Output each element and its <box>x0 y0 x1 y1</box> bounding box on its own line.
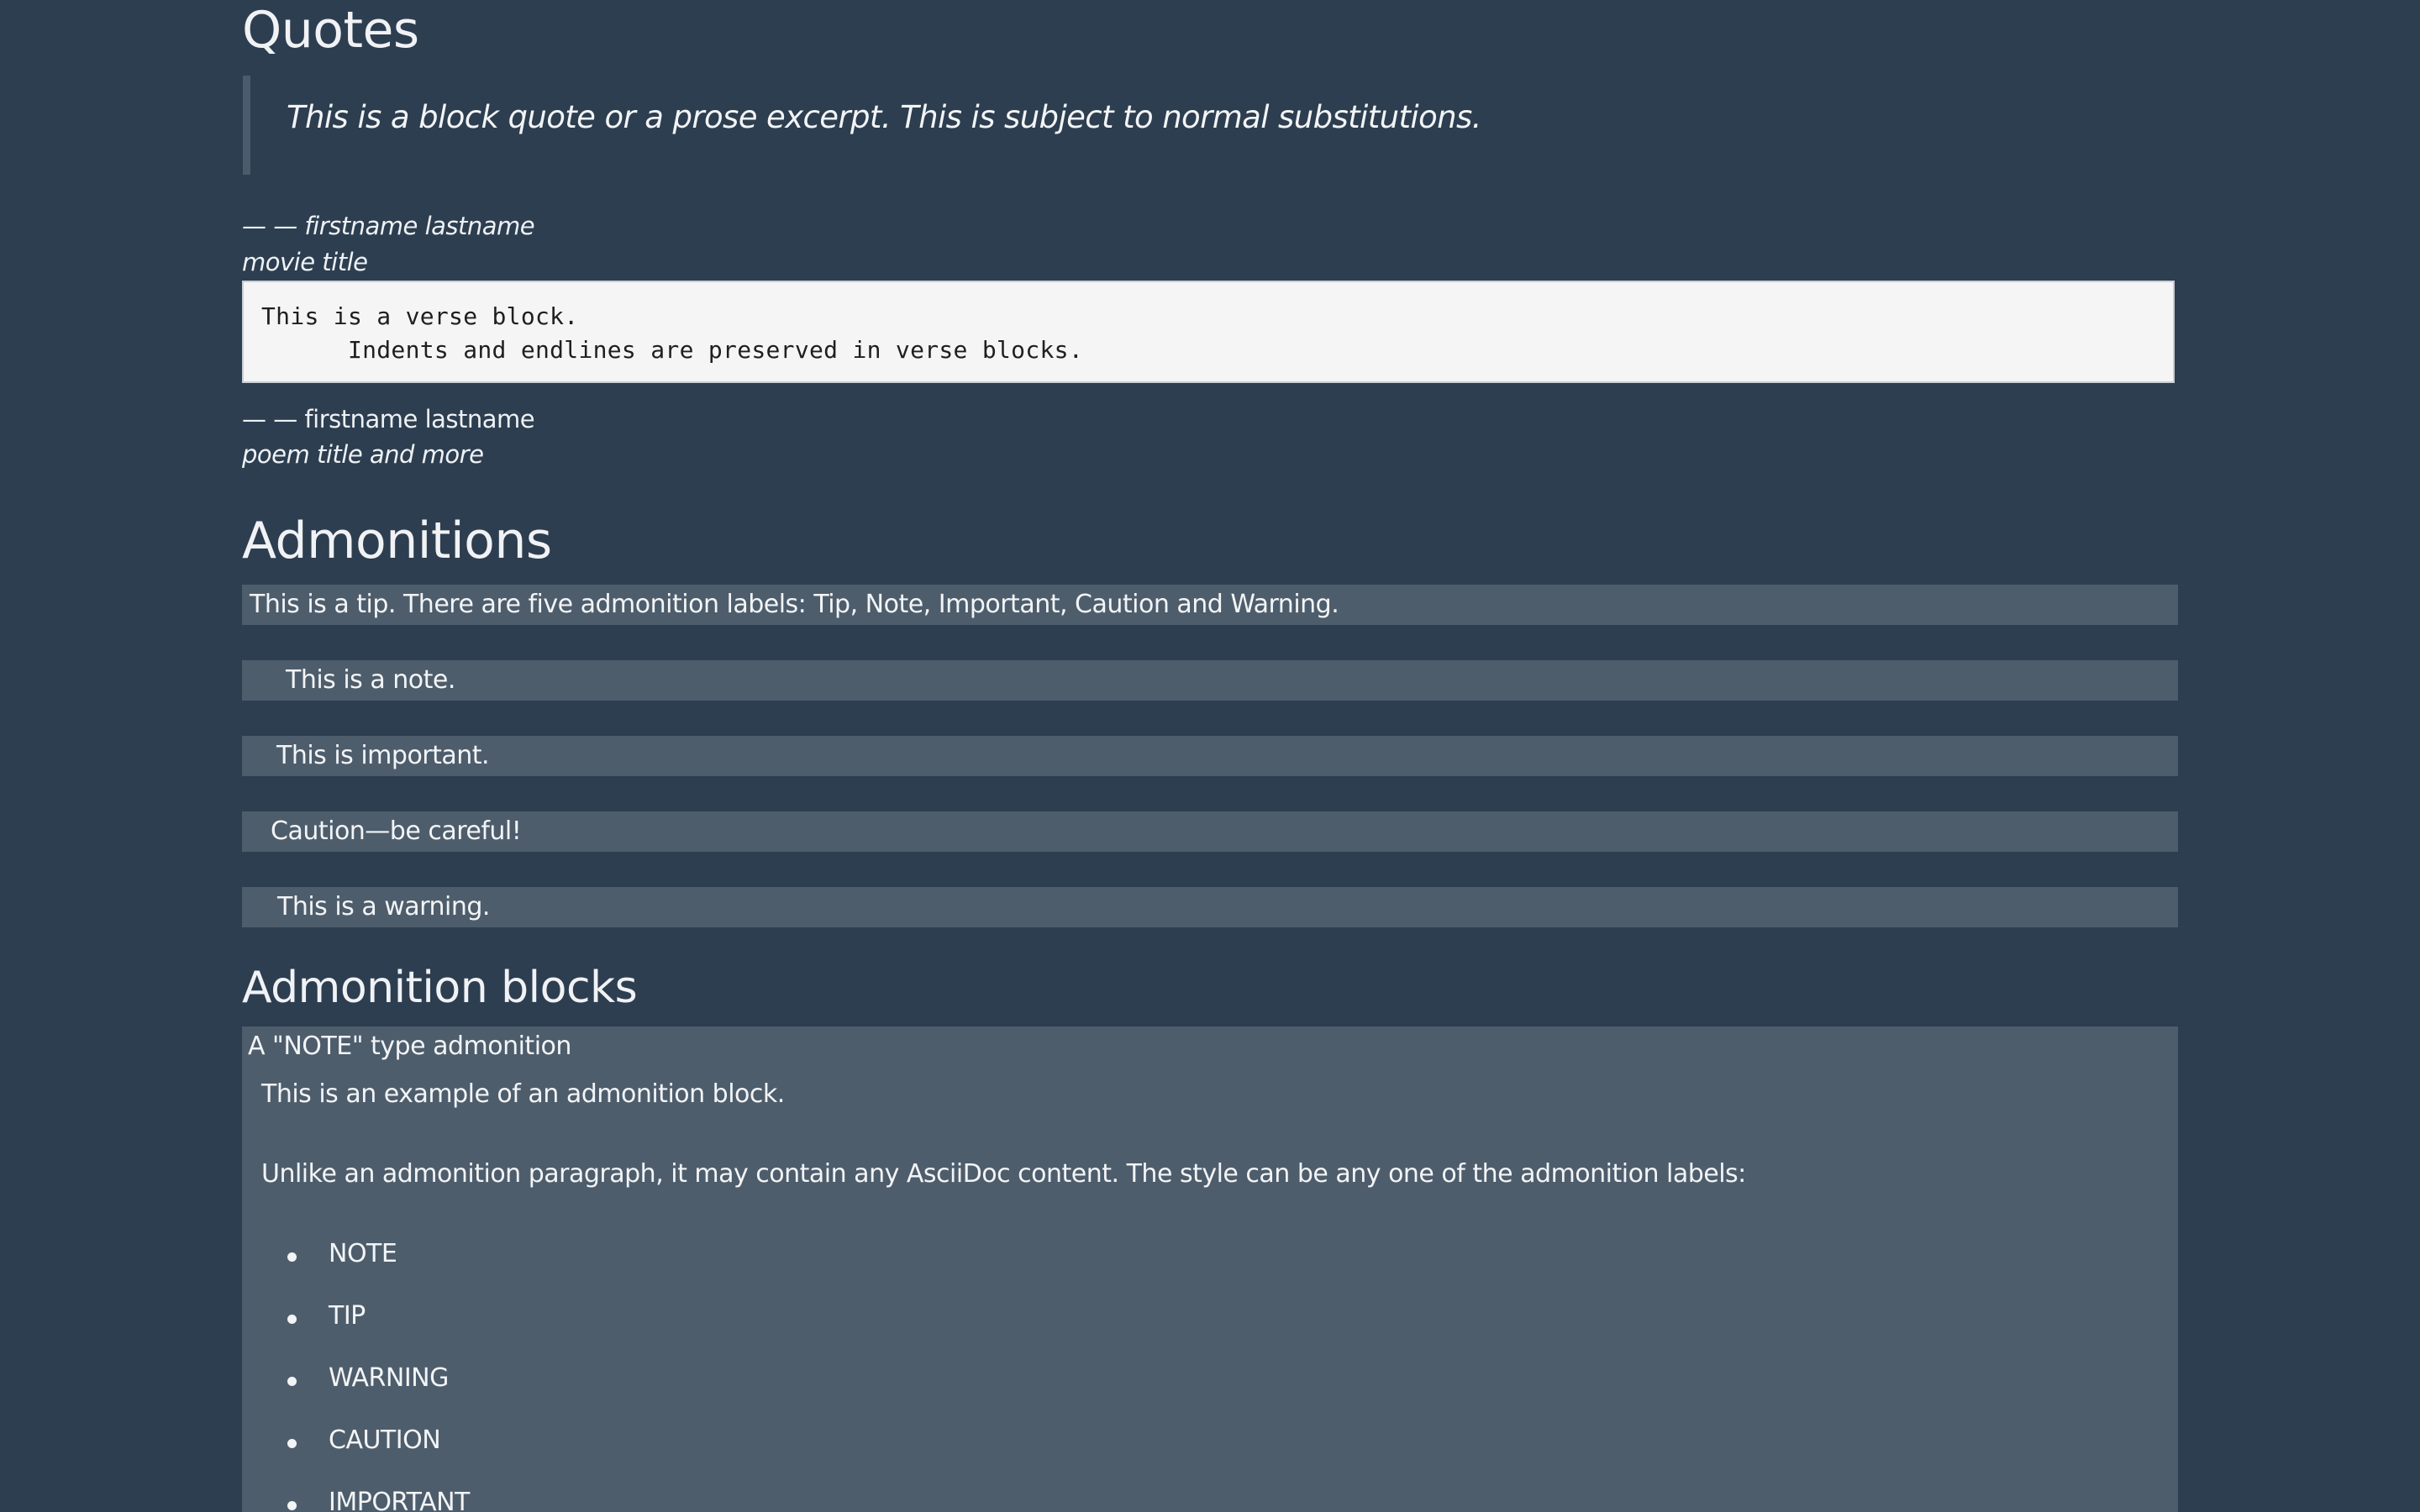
verse-block: This is a verse block. Indents and endli… <box>242 281 2175 383</box>
quote-citation: movie title <box>242 248 368 276</box>
verse-line: Indents and endlines are preserved in ve… <box>261 336 1083 364</box>
document-page: Quotes This is a block quote or a prose … <box>0 0 2420 1512</box>
bullet-icon <box>287 1252 297 1262</box>
admonition-warning-text: This is a warning. <box>277 892 490 921</box>
blockquote-text: This is a block quote or a prose excerpt… <box>287 99 1481 135</box>
bullet-icon <box>287 1315 297 1324</box>
quote-attribution: — — firstname lastname <box>242 212 535 240</box>
list-item: IMPORTANT <box>329 1488 470 1512</box>
admonition-block-title: A "NOTE" type admonition <box>248 1032 571 1061</box>
admonitions-heading: Admonitions <box>242 512 552 570</box>
admonition-blocks-heading: Admonition blocks <box>242 963 638 1013</box>
admonition-block: A "NOTE" type admonition This is an exam… <box>242 1026 2178 1512</box>
bullet-icon <box>287 1501 297 1510</box>
admonition-warning: This is a warning. <box>242 887 2178 927</box>
verse-line: This is a verse block. <box>261 302 579 330</box>
verse-attribution: — — firstname lastname <box>242 405 535 433</box>
admonition-tip: This is a tip. There are five admonition… <box>242 585 2178 625</box>
list-item: TIP <box>329 1301 366 1331</box>
admonition-block-paragraph: Unlike an admonition paragraph, it may c… <box>261 1159 1746 1189</box>
list-item: CAUTION <box>329 1425 441 1455</box>
bullet-icon <box>287 1377 297 1386</box>
admonition-block-paragraph: This is an example of an admonition bloc… <box>261 1079 785 1109</box>
admonition-note-text: This is a note. <box>286 665 455 695</box>
admonition-note: This is a note. <box>242 660 2178 701</box>
quotes-heading: Quotes <box>242 1 419 60</box>
list-item: NOTE <box>329 1239 397 1268</box>
admonition-important-text: This is important. <box>276 741 490 770</box>
bullet-icon <box>287 1439 297 1448</box>
admonition-tip-text: This is a tip. There are five admonition… <box>250 590 1339 619</box>
admonition-important: This is important. <box>242 736 2178 776</box>
admonition-caution-text: Caution—be careful! <box>271 816 522 846</box>
list-item: WARNING <box>329 1363 449 1393</box>
admonition-caution: Caution—be careful! <box>242 811 2178 852</box>
verse-citation: poem title and more <box>242 440 484 469</box>
